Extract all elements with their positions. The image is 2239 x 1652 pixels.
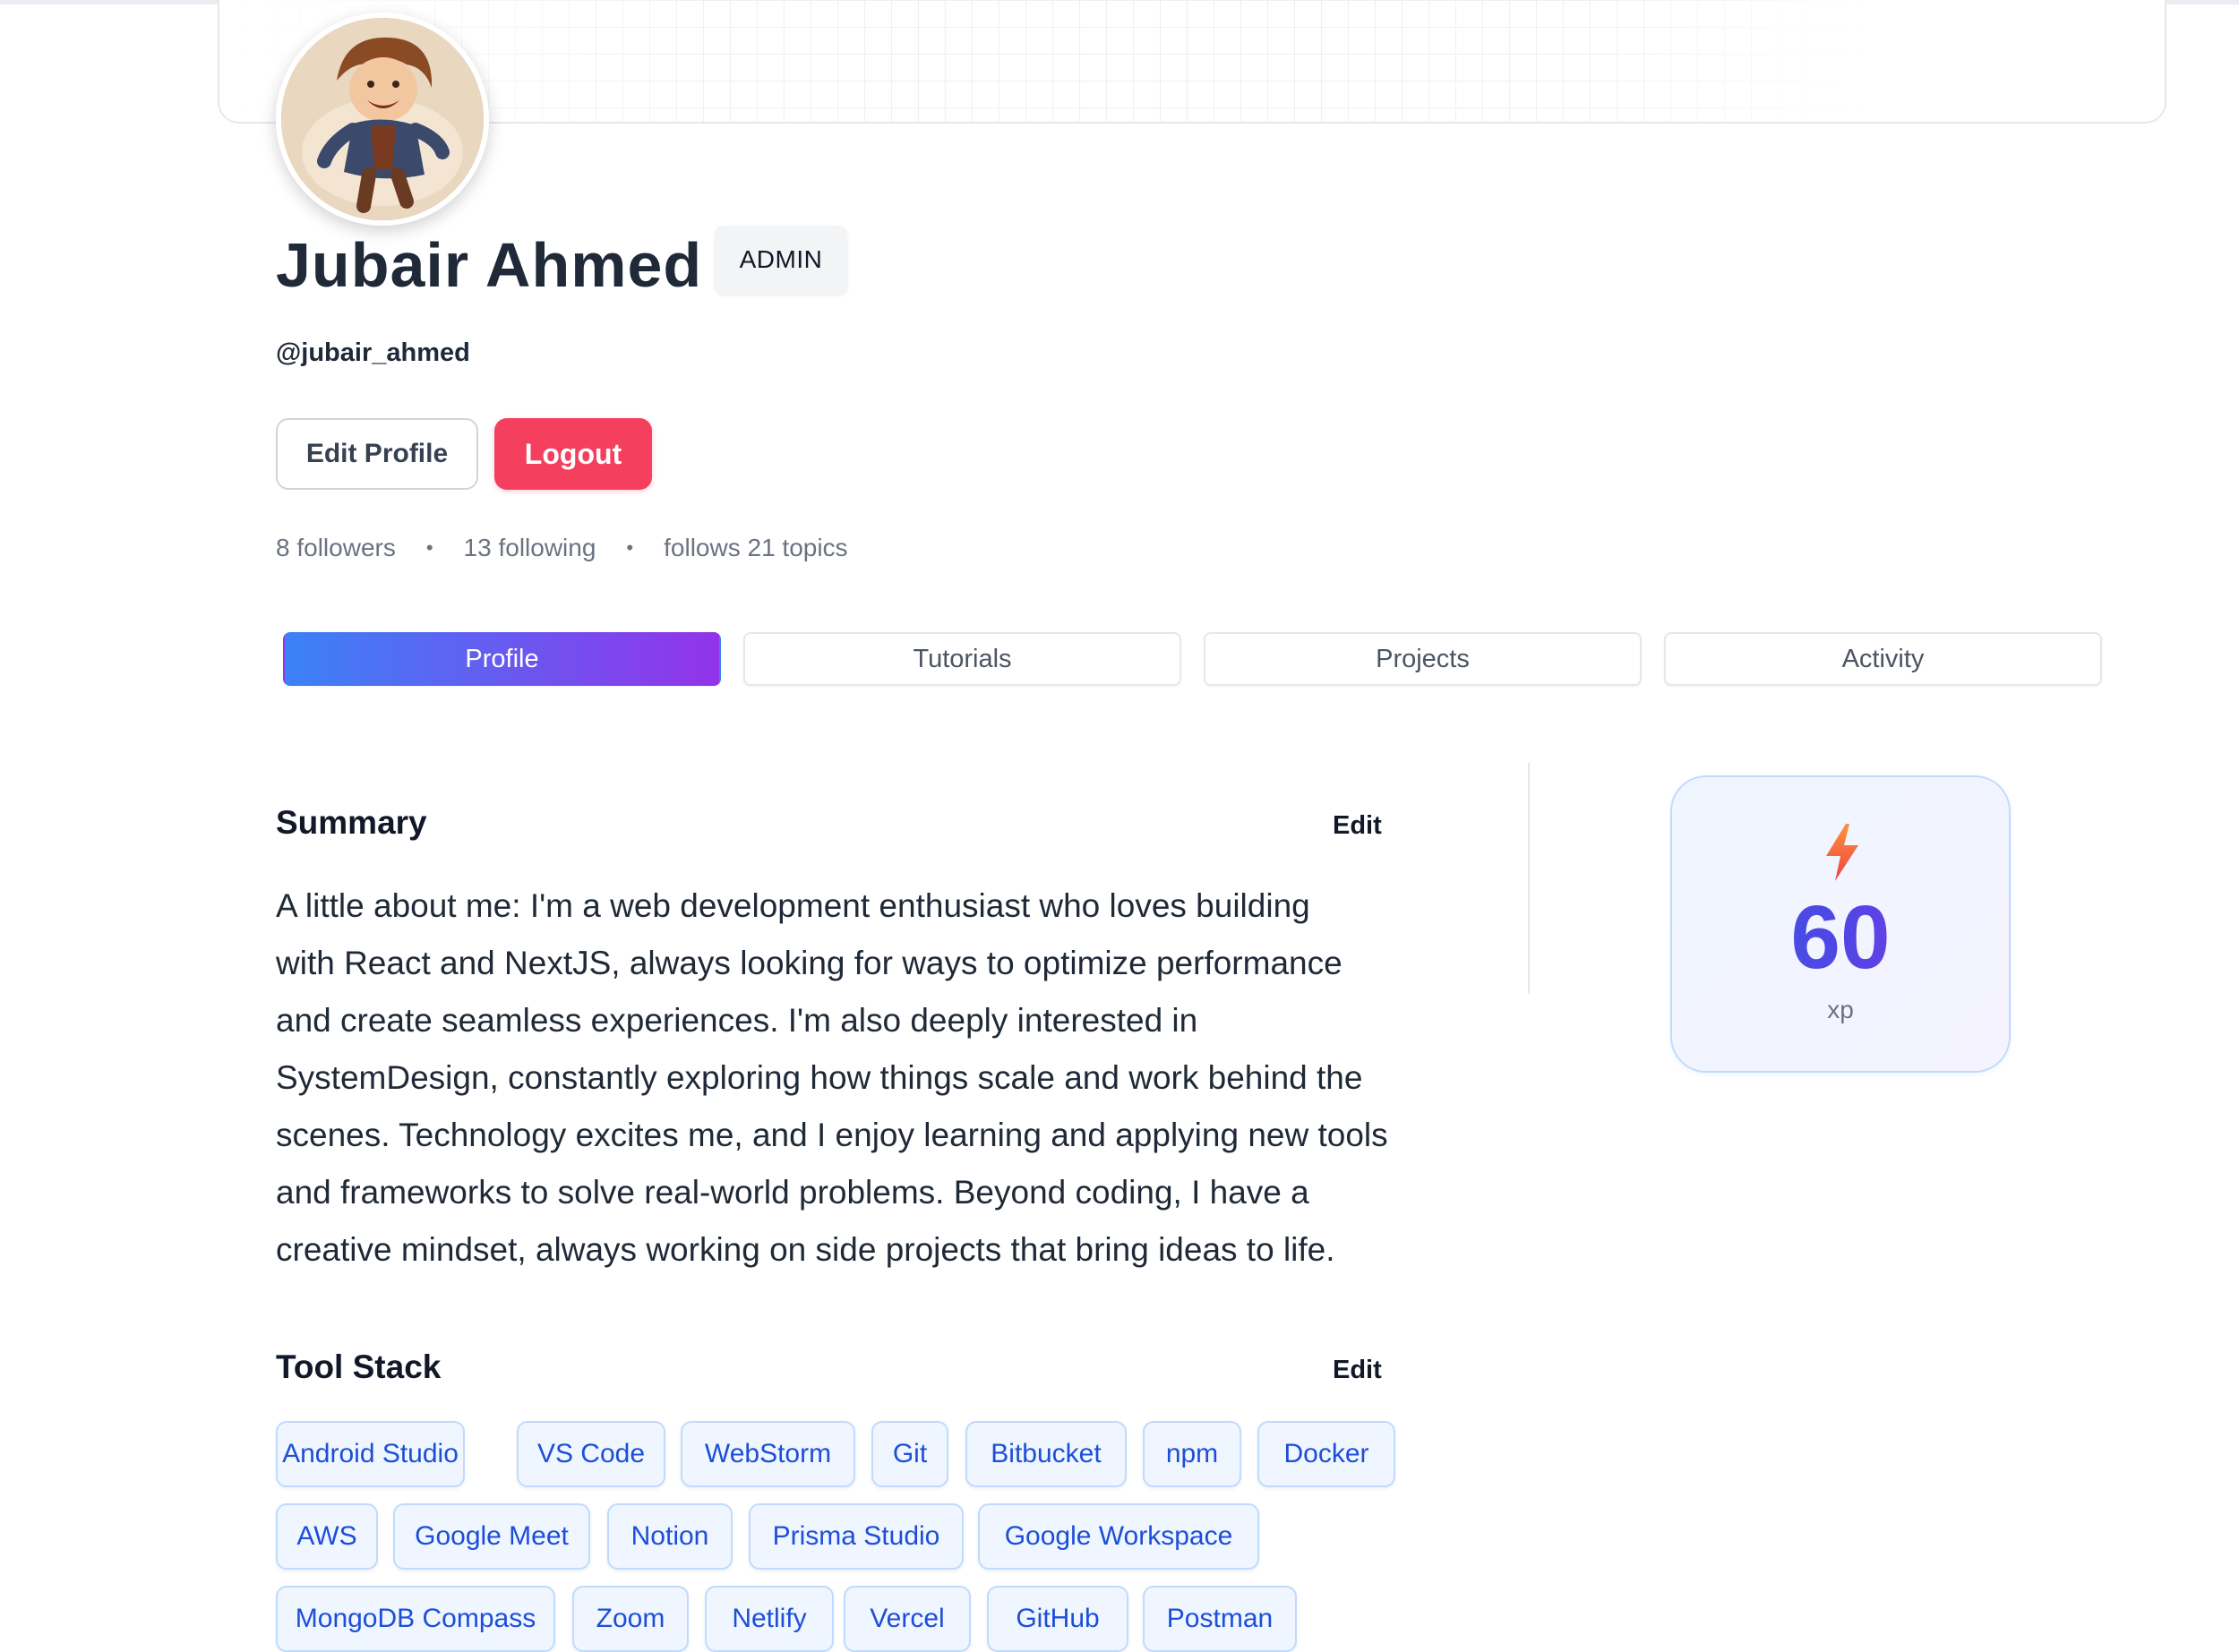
- summary-title: Summary: [276, 804, 427, 841]
- profile-name: Jubair Ahmed: [276, 230, 703, 300]
- tool-stack-title: Tool Stack: [276, 1348, 442, 1385]
- summary-edit-button[interactable]: Edit: [1333, 811, 1382, 841]
- tool-chip[interactable]: Netlify: [705, 1586, 834, 1652]
- separator-dot: •: [626, 536, 634, 559]
- tool-chip[interactable]: npm: [1143, 1421, 1241, 1487]
- tool-chip[interactable]: Git: [871, 1421, 948, 1487]
- tab-tutorials[interactable]: Tutorials: [743, 632, 1181, 686]
- column-divider: [1528, 763, 1530, 994]
- summary-line: with React and NextJS, always looking fo…: [276, 945, 1343, 981]
- tab-projects[interactable]: Projects: [1204, 632, 1642, 686]
- lightning-bolt-icon: [1826, 824, 1858, 881]
- tool-chip[interactable]: VS Code: [517, 1421, 665, 1487]
- role-badge: ADMIN: [715, 226, 847, 294]
- tool-chip[interactable]: MongoDB Compass: [276, 1586, 555, 1652]
- tool-chip[interactable]: Notion: [607, 1503, 733, 1570]
- topics-count[interactable]: follows 21 topics: [664, 534, 847, 562]
- tool-chip[interactable]: Prisma Studio: [749, 1503, 964, 1570]
- summary-line: and create seamless experiences. I'm als…: [276, 1002, 1198, 1039]
- summary-line: scenes. Technology excites me, and I enj…: [276, 1117, 1388, 1153]
- xp-unit: xp: [1827, 996, 1854, 1023]
- followers-count[interactable]: 8 followers: [276, 534, 396, 562]
- avatar-illustration: [281, 18, 484, 220]
- profile-stats: 8 followers • 13 following • follows 21 …: [276, 534, 848, 562]
- xp-card: 60 xp: [1670, 775, 2011, 1073]
- tool-chip[interactable]: Google Meet: [393, 1503, 590, 1570]
- tool-chip[interactable]: Android Studio: [276, 1421, 465, 1487]
- edit-profile-button[interactable]: Edit Profile: [276, 418, 478, 490]
- xp-value: 60: [1672, 888, 2009, 987]
- tool-chip[interactable]: Google Workspace: [978, 1503, 1259, 1570]
- summary-line: and frameworks to solve real-world probl…: [276, 1174, 1309, 1211]
- tool-chip[interactable]: Vercel: [844, 1586, 971, 1652]
- tab-activity[interactable]: Activity: [1664, 632, 2102, 686]
- profile-banner: [218, 0, 2166, 124]
- tool-chip[interactable]: GitHub: [987, 1586, 1128, 1652]
- tab-profile[interactable]: Profile: [283, 632, 721, 686]
- tool-stack-edit-button[interactable]: Edit: [1333, 1356, 1382, 1385]
- tool-chip[interactable]: Postman: [1143, 1586, 1297, 1652]
- summary-text: A little about me: I'm a web development…: [276, 877, 1431, 1279]
- tool-chip[interactable]: Bitbucket: [965, 1421, 1127, 1487]
- profile-handle: @jubair_ahmed: [276, 338, 470, 367]
- tool-chip[interactable]: WebStorm: [681, 1421, 855, 1487]
- summary-line: SystemDesign, constantly exploring how t…: [276, 1059, 1363, 1096]
- separator-dot: •: [425, 536, 433, 559]
- following-count[interactable]: 13 following: [464, 534, 596, 562]
- tool-chip[interactable]: AWS: [276, 1503, 378, 1570]
- tool-chip[interactable]: Docker: [1257, 1421, 1395, 1487]
- summary-line: creative mindset, always working on side…: [276, 1231, 1335, 1268]
- avatar: [276, 13, 489, 226]
- summary-line: A little about me: I'm a web development…: [276, 887, 1310, 924]
- tool-chip[interactable]: Zoom: [572, 1586, 689, 1652]
- logout-button[interactable]: Logout: [494, 418, 652, 490]
